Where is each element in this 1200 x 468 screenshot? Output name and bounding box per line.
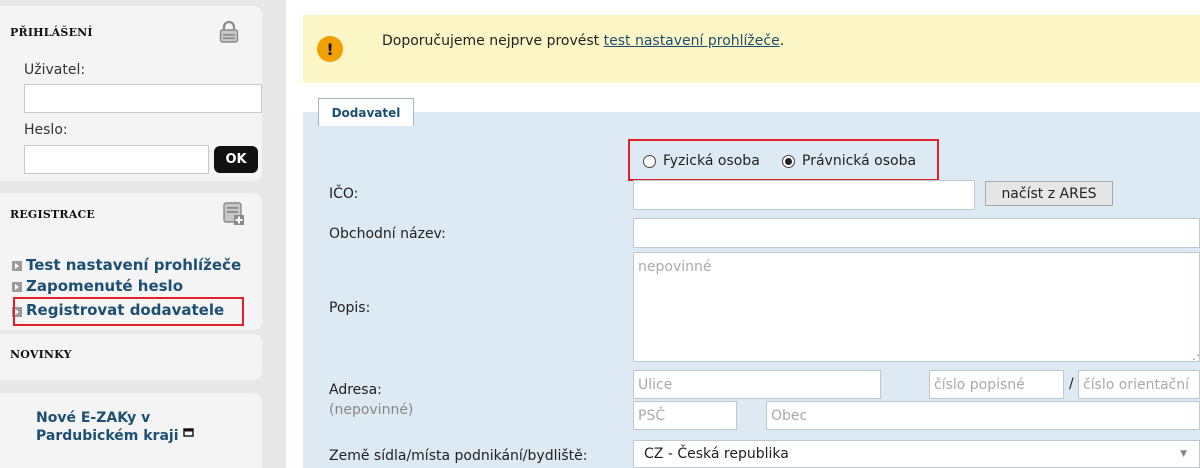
username-label: Uživatel: — [24, 62, 86, 78]
notice-banner — [303, 15, 1200, 83]
registration-title: REGISTRACE — [10, 208, 96, 221]
lock-icon — [218, 20, 240, 48]
sidebar: PŘIHLÁŠENÍ Uživatel: Heslo: OK REGISTRAC… — [0, 0, 286, 468]
password-input[interactable] — [24, 145, 209, 174]
resize-handle-icon[interactable]: ⋰ — [1192, 348, 1200, 362]
add-user-icon — [223, 202, 245, 230]
zip-input[interactable]: PSČ — [633, 401, 737, 430]
load-ares-button[interactable]: načíst z ARES — [985, 181, 1113, 206]
description-label: Popis: — [329, 300, 371, 316]
country-select[interactable]: CZ - Česká republika ▼ — [633, 440, 1200, 468]
business-name-input[interactable] — [633, 218, 1200, 248]
radio-natural-person[interactable] — [643, 155, 656, 168]
highlight-box — [13, 297, 244, 326]
ok-button[interactable]: OK — [214, 146, 258, 173]
business-name-label: Obchodní název: — [329, 226, 446, 242]
address-optional-label: (nepovinné) — [329, 402, 414, 418]
street-placeholder: Ulice — [638, 376, 673, 393]
link-forgot-password[interactable]: Zapomenuté heslo — [26, 277, 183, 295]
radio-legal-person-label: Právnická osoba — [802, 153, 917, 169]
description-textarea[interactable]: nepovinné — [633, 252, 1200, 362]
orientation-number-placeholder: číslo orientační — [1083, 376, 1190, 393]
news-title: NOVINKY — [10, 348, 72, 361]
login-title: PŘIHLÁŠENÍ — [10, 26, 93, 39]
link-browser-test[interactable]: Test nastavení prohlížeče — [26, 256, 241, 274]
house-number-input[interactable]: číslo popisné — [929, 370, 1064, 399]
login-panel: PŘIHLÁŠENÍ Uživatel: Heslo: OK — [0, 6, 262, 181]
news-link-line1: Nové E-ZAKy v — [36, 410, 151, 426]
news-link[interactable]: Nové E-ZAKy v Pardubickém kraji — [36, 410, 195, 444]
username-input[interactable] — [24, 84, 262, 113]
bullet-icon — [12, 282, 22, 292]
tab-supplier[interactable]: Dodavatel — [318, 98, 414, 126]
browser-test-link[interactable]: test nastavení prohlížeče — [604, 33, 780, 49]
city-placeholder: Obec — [771, 407, 808, 424]
notice-text: Doporučujeme nejprve provést test nastav… — [382, 33, 785, 49]
country-label: Země sídla/místa podnikání/bydliště: — [329, 448, 588, 464]
warning-icon: ! — [317, 36, 343, 62]
ico-label: IČO: — [329, 186, 359, 202]
address-label: Adresa: — [329, 382, 382, 398]
zip-placeholder: PSČ — [638, 407, 666, 424]
house-number-placeholder: číslo popisné — [934, 376, 1025, 393]
chevron-down-icon: ▼ — [1180, 449, 1187, 459]
description-placeholder: nepovinné — [638, 259, 712, 275]
news-panel: Nové E-ZAKy v Pardubickém kraji — [0, 393, 262, 468]
country-select-value: CZ - Česká republika — [644, 446, 789, 462]
address-separator: / — [1069, 376, 1074, 392]
orientation-number-input[interactable]: číslo orientační — [1078, 370, 1200, 399]
radio-legal-person[interactable] — [782, 155, 795, 168]
news-header-panel: NOVINKY — [0, 334, 262, 380]
ico-input[interactable] — [633, 180, 975, 210]
city-input[interactable]: Obec — [766, 401, 1200, 430]
bullet-icon — [12, 261, 22, 271]
password-label: Heslo: — [24, 122, 68, 138]
external-window-icon — [183, 428, 195, 437]
news-link-line2: Pardubickém kraji — [36, 428, 179, 444]
radio-natural-person-label: Fyzická osoba — [663, 153, 760, 169]
street-input[interactable]: Ulice — [633, 370, 881, 399]
